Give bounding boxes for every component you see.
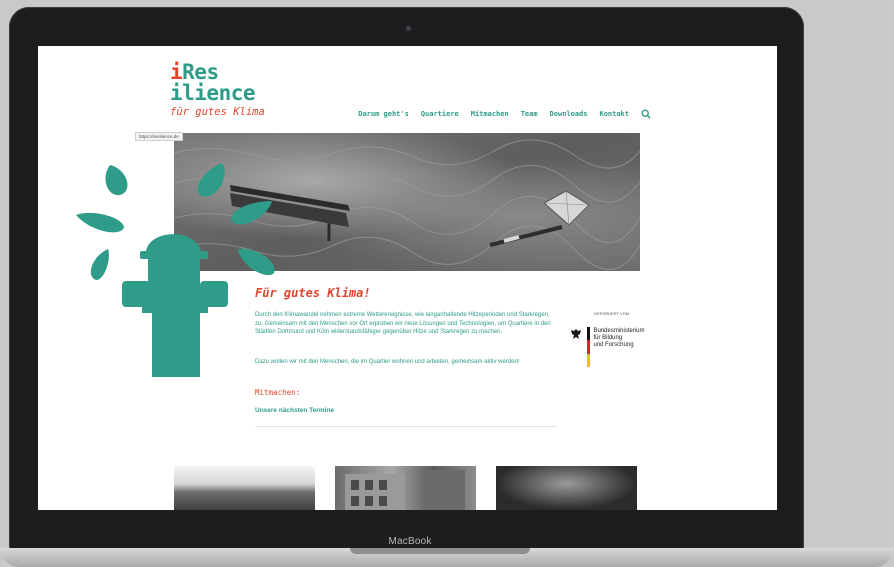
nav-team[interactable]: Team (521, 110, 538, 118)
sponsor-logo[interactable]: Bundesministerium für Bildung und Forsch… (569, 327, 645, 367)
nav-quartiere[interactable]: Quartiere (421, 110, 459, 118)
intro-paragraph: Durch den Klimawandel nehmen extreme Wet… (255, 312, 551, 335)
nav-kontakt[interactable]: Kontakt (599, 110, 629, 118)
nav-darum-gehts[interactable]: Darum geht's (358, 110, 409, 118)
hydrant-splash-illustration (76, 163, 275, 377)
logo-tagline: für gutes Klima (170, 106, 265, 118)
federal-eagle-icon (571, 329, 581, 339)
content-divider (255, 426, 557, 427)
nav-downloads[interactable]: Downloads (550, 110, 588, 118)
mitmachen-heading: Mitmachen: (255, 388, 301, 397)
laptop-notch (350, 548, 530, 554)
sign-pole-shape (489, 190, 590, 247)
camera-icon (406, 26, 411, 31)
macbook-label: MacBook (388, 536, 432, 547)
site-logo[interactable]: iRes ilience für gutes Klima (170, 62, 265, 119)
url-tooltip: https://iresilience.de (135, 132, 183, 141)
sponsor-label: GEFÖRDERT VOM (594, 311, 630, 316)
teaser-image-3[interactable] (496, 466, 637, 510)
intro-paragraph-2: Dazu wollen wir mit den Menschen, die im… (255, 359, 520, 365)
teaser-image-1[interactable] (174, 466, 315, 510)
nav-mitmachen[interactable]: Mitmachen (471, 110, 509, 118)
termine-link[interactable]: Unsere nächsten Termine (255, 407, 334, 414)
ministry-name: Bundesministerium für Bildung und Forsch… (593, 328, 645, 348)
logo-line-2: ilience (170, 81, 256, 105)
german-flag-stripe (587, 327, 590, 367)
teaser-image-2[interactable] (335, 466, 476, 510)
content-title: Für gutes Klima! (255, 286, 371, 300)
browser-screen: iRes ilience für gutes Klima Darum geht'… (38, 46, 777, 510)
search-icon[interactable] (641, 109, 651, 119)
main-nav: Darum geht's Quartiere Mitmachen Team Do… (358, 109, 651, 119)
